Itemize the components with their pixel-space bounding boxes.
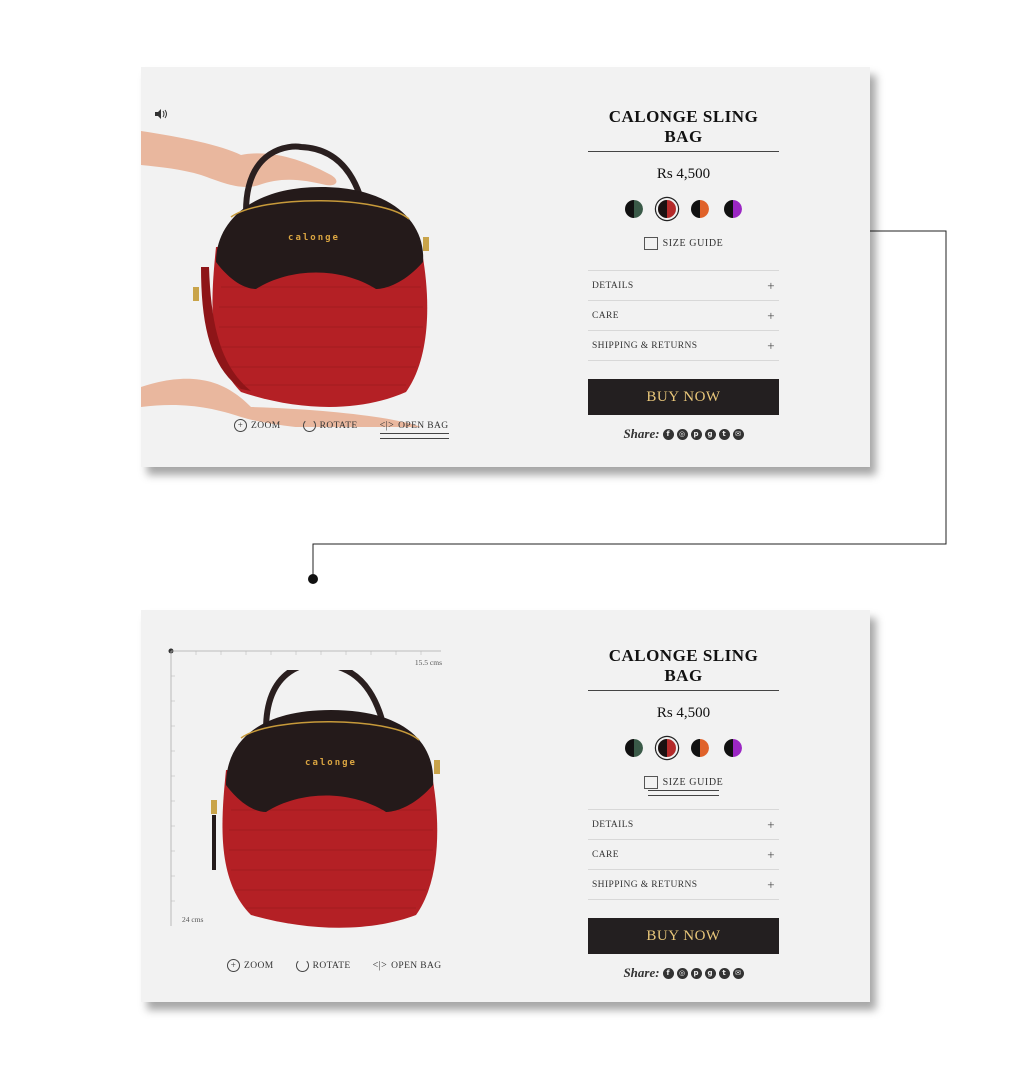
expand-icon: + — [767, 846, 775, 862]
size-guide-label: SIZE GUIDE — [662, 777, 724, 788]
color-swatch[interactable] — [625, 200, 643, 218]
expand-icon: + — [767, 876, 775, 892]
rotate-button[interactable]: ROTATE — [302, 419, 358, 432]
color-swatches — [588, 736, 779, 760]
rotate-icon — [302, 419, 316, 432]
product-title: CALONGE SLING BAG — [588, 646, 779, 691]
accordion-label: SHIPPING & RETURNS — [592, 879, 698, 890]
google-plus-icon[interactable]: g — [704, 428, 716, 440]
google-plus-icon[interactable]: g — [704, 967, 716, 979]
twitter-icon[interactable]: t — [718, 428, 730, 440]
size-guide-active-indicator — [648, 790, 719, 796]
color-swatch[interactable] — [658, 739, 676, 757]
expand-icon: + — [767, 816, 775, 832]
share-bar: Share: f ◎ p g t ✉ — [588, 965, 779, 981]
accordion-label: CARE — [592, 849, 619, 860]
size-guide-icon — [643, 776, 658, 789]
product-image-area: calonge + ZOOM ROTATE <|> OPEN BAG — [141, 67, 581, 467]
expand-icon: + — [767, 277, 775, 293]
accordion-label: CARE — [592, 310, 619, 321]
zoom-icon: + — [227, 959, 240, 972]
image-controls: + ZOOM ROTATE <|> OPEN BAG — [234, 419, 449, 439]
expand-icon: + — [767, 337, 775, 353]
rotate-button[interactable]: ROTATE — [295, 959, 351, 972]
accordion-label: DETAILS — [592, 280, 634, 291]
buy-now-button[interactable]: BUY NOW — [588, 918, 779, 954]
color-swatch[interactable] — [691, 200, 709, 218]
bag-image: calonge — [211, 670, 440, 928]
sound-icon[interactable] — [155, 109, 171, 119]
pinterest-icon[interactable]: p — [690, 967, 702, 979]
zoom-label: ZOOM — [251, 420, 281, 431]
size-guide-link[interactable]: SIZE GUIDE — [588, 776, 779, 796]
measure-width-label: 15.5 cms — [415, 658, 442, 667]
color-swatch[interactable] — [691, 739, 709, 757]
share-label: Share: — [623, 426, 660, 441]
color-swatch[interactable] — [658, 200, 676, 218]
open-bag-label: OPEN BAG — [391, 960, 442, 971]
product-price: Rs 4,500 — [656, 166, 711, 182]
product-view-open-bag: calonge + ZOOM ROTATE <|> OPEN BAG CALON… — [141, 67, 870, 467]
email-icon[interactable]: ✉ — [732, 428, 744, 440]
accordion-label: SHIPPING & RETURNS — [592, 340, 698, 351]
product-info: CALONGE SLING BAG Rs 4,500 SIZE GUIDE DE… — [588, 107, 779, 442]
open-bag-button[interactable]: <|> OPEN BAG — [373, 959, 442, 972]
accordion-label: DETAILS — [592, 819, 634, 830]
expand-icon: + — [767, 307, 775, 323]
instagram-icon[interactable]: ◎ — [676, 967, 688, 979]
image-controls: + ZOOM ROTATE <|> OPEN BAG — [227, 959, 442, 972]
product-title: CALONGE SLING BAG — [588, 107, 779, 152]
open-bag-label: OPEN BAG — [398, 420, 449, 431]
size-guide-link[interactable]: SIZE GUIDE — [588, 237, 779, 250]
zoom-button[interactable]: + ZOOM — [234, 419, 281, 432]
accordion-shipping-returns[interactable]: SHIPPING & RETURNS + — [588, 331, 779, 361]
share-label: Share: — [623, 965, 660, 980]
zoom-icon: + — [234, 419, 247, 432]
accordion-details[interactable]: DETAILS + — [588, 271, 779, 301]
pinterest-icon[interactable]: p — [690, 428, 702, 440]
rotate-label: ROTATE — [319, 420, 358, 431]
brand-logo-text: calonge — [288, 233, 340, 243]
facebook-icon[interactable]: f — [662, 428, 674, 440]
color-swatch[interactable] — [724, 200, 742, 218]
open-bag-icon: <|> — [372, 960, 388, 971]
open-bag-active-indicator — [379, 433, 449, 439]
twitter-icon[interactable]: t — [718, 967, 730, 979]
size-guide-label: SIZE GUIDE — [662, 238, 724, 249]
product-image-area: 15.5 cms 24 cms calonge + ZOOM ROTATE <|… — [141, 610, 581, 1002]
accordion-details[interactable]: DETAILS + — [588, 810, 779, 840]
email-icon[interactable]: ✉ — [732, 967, 744, 979]
product-info: CALONGE SLING BAG Rs 4,500 SIZE GUIDE DE… — [588, 646, 779, 981]
color-swatch[interactable] — [625, 739, 643, 757]
buy-now-button[interactable]: BUY NOW — [588, 379, 779, 415]
facebook-icon[interactable]: f — [662, 967, 674, 979]
rotate-icon — [295, 959, 309, 972]
size-guide-icon — [643, 237, 658, 250]
zoom-button[interactable]: + ZOOM — [227, 959, 274, 972]
instagram-icon[interactable]: ◎ — [676, 428, 688, 440]
product-accordion: DETAILS + CARE + SHIPPING & RETURNS + — [588, 270, 779, 361]
color-swatches — [588, 197, 779, 221]
accordion-care[interactable]: CARE + — [588, 840, 779, 870]
brand-logo-text: calonge — [305, 758, 357, 768]
color-swatch[interactable] — [724, 739, 742, 757]
bag-image: calonge — [141, 131, 429, 427]
open-bag-button[interactable]: <|> OPEN BAG — [379, 419, 449, 439]
share-bar: Share: f ◎ p g t ✉ — [588, 426, 779, 442]
product-view-size-guide: 15.5 cms 24 cms calonge + ZOOM ROTATE <|… — [141, 610, 870, 1002]
accordion-shipping-returns[interactable]: SHIPPING & RETURNS + — [588, 870, 779, 900]
accordion-care[interactable]: CARE + — [588, 301, 779, 331]
product-price: Rs 4,500 — [656, 705, 711, 721]
zoom-label: ZOOM — [244, 960, 274, 971]
product-accordion: DETAILS + CARE + SHIPPING & RETURNS + — [588, 809, 779, 900]
open-bag-icon: <|> — [379, 420, 395, 431]
rotate-label: ROTATE — [312, 960, 351, 971]
